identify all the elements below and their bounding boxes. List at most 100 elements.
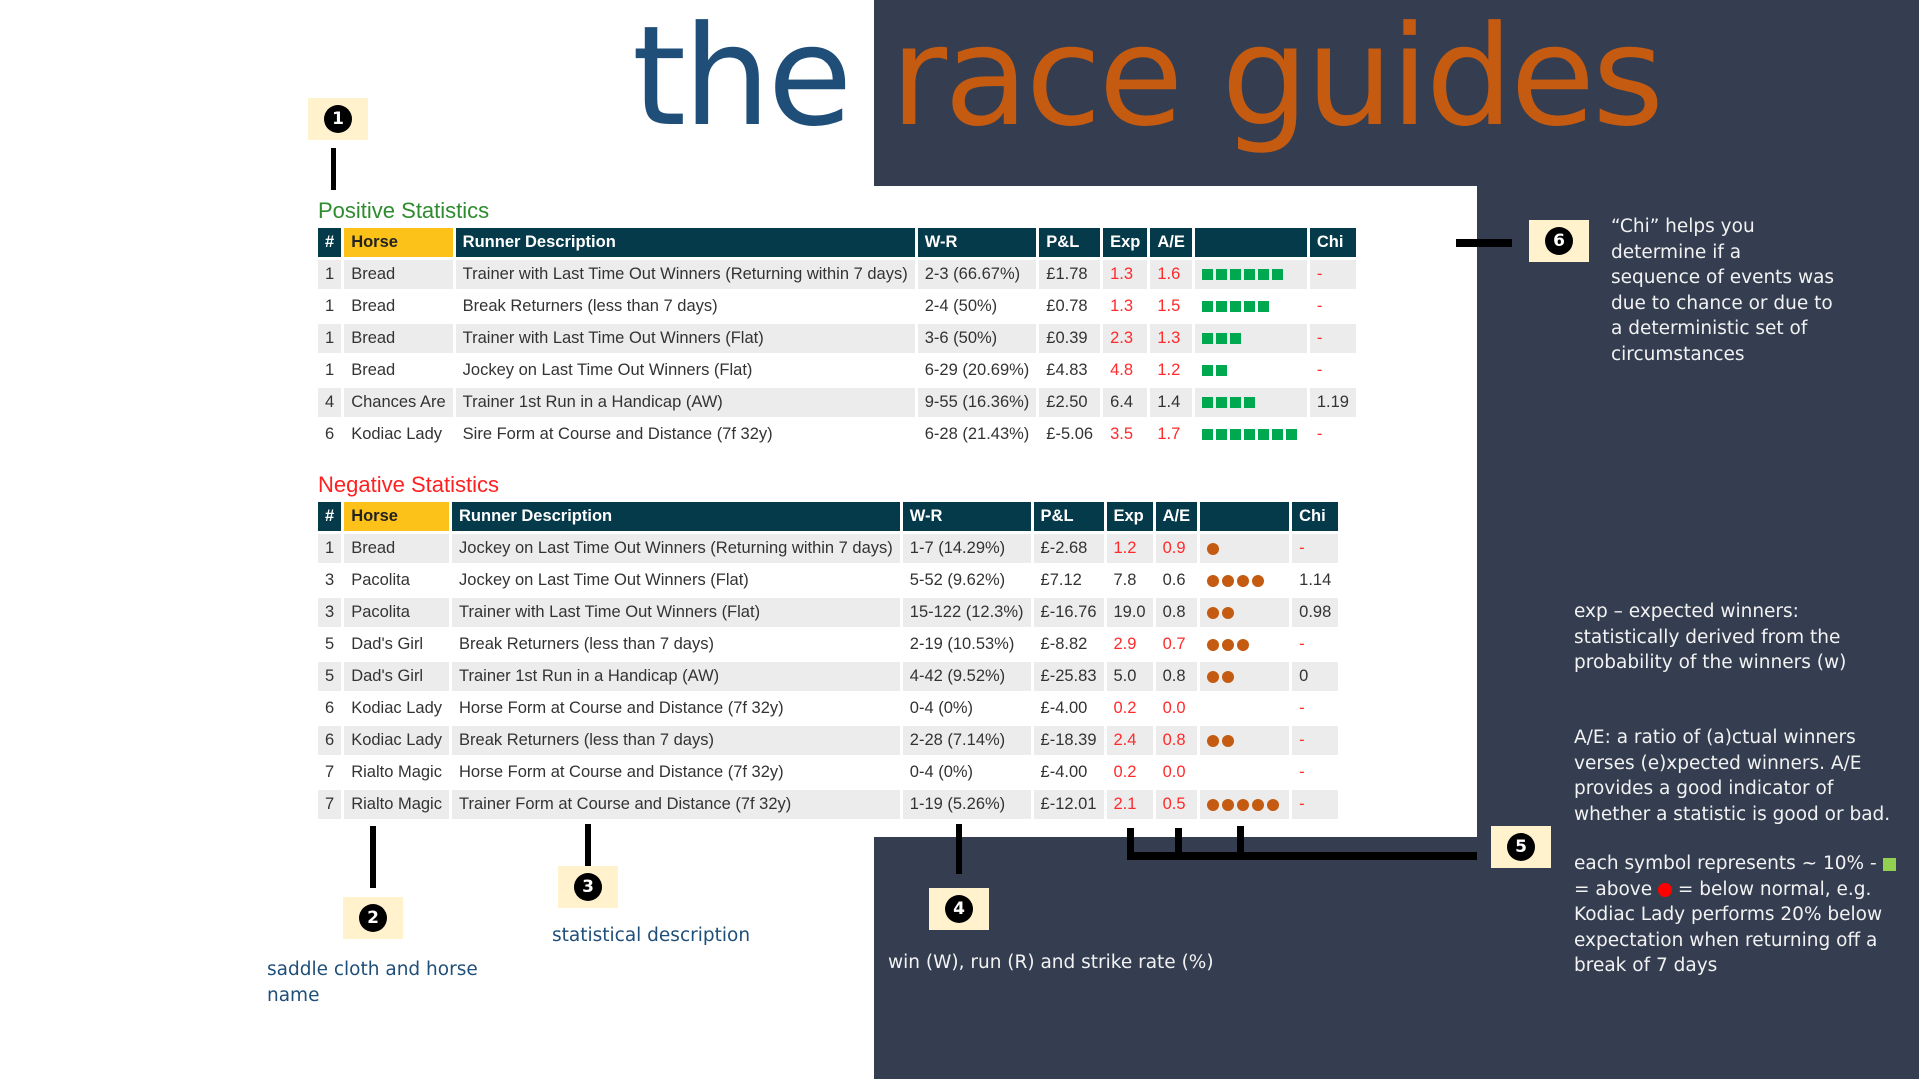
win-run-cell: 6-28 (21.43%)	[917, 420, 1037, 449]
win-run-cell: 2-19 (10.53%)	[902, 630, 1031, 659]
horse-name-cell: Bread	[344, 356, 453, 385]
positive-statistics-label: Positive Statistics	[318, 198, 490, 223]
description-note: statistical description	[552, 925, 751, 946]
above-square-icon	[1229, 269, 1241, 281]
expected-cell: 19.0	[1106, 598, 1153, 627]
runner-description-cell: Jockey on Last Time Out Winners (Flat)	[455, 356, 915, 385]
actual-expected-cell: 1.5	[1150, 292, 1192, 321]
header-horse: Horse	[344, 228, 453, 257]
win-run-cell: 4-42 (9.52%)	[902, 662, 1031, 691]
symbols-cell	[1200, 566, 1290, 595]
above-square-icon	[1229, 397, 1241, 409]
runner-description-cell: Break Returners (less than 7 days)	[452, 726, 900, 755]
chi-cell: 1.14	[1292, 566, 1339, 595]
symbols-cell	[1194, 420, 1307, 449]
table-row: 1 Bread Trainer with Last Time Out Winners…	[318, 324, 1356, 353]
below-dot-icon	[1222, 734, 1235, 747]
symbols-cell	[1194, 388, 1307, 417]
table-row: 1 Bread Break Returners (less than 7 days)…	[318, 292, 1356, 321]
expected-cell: 2.9	[1106, 630, 1153, 659]
negative-statistics-label: Negative Statistics	[318, 472, 499, 497]
below-dot-icon	[1207, 542, 1220, 555]
saddle-cloth-cell: 6	[318, 694, 342, 723]
actual-expected-cell: 0.7	[1155, 630, 1198, 659]
table-row: 1 Bread Jockey on Last Time Out Winners (F…	[318, 356, 1356, 385]
above-square-icon	[1229, 301, 1241, 313]
saddle-cloth-cell: 7	[318, 790, 342, 819]
runner-description-cell: Break Returners (less than 7 days)	[455, 292, 915, 321]
table-row: 1 Bread Jockey on Last Time Out Winners (R…	[318, 534, 1339, 563]
above-square-icon	[1243, 269, 1255, 281]
below-dot-icon	[1207, 638, 1220, 651]
callout-number: 2	[359, 904, 387, 932]
saddle-cloth-cell: 6	[318, 420, 342, 449]
runner-description-cell: Sire Form at Course and Distance (7f 32y…	[455, 420, 915, 449]
table-row: 7 Rialto Magic Horse Form at Course and Di…	[318, 758, 1339, 787]
expected-cell: 0.2	[1106, 694, 1153, 723]
above-square-icon	[1215, 269, 1227, 281]
above-square-icon	[1257, 429, 1269, 441]
runner-description-cell: Break Returners (less than 7 days)	[452, 630, 900, 659]
table-row: 6 Kodiac Lady Horse Form at Course and Dis…	[318, 694, 1339, 723]
callout-number: 4	[945, 895, 973, 923]
chi-cell: -	[1292, 534, 1339, 563]
below-dot-icon	[1207, 670, 1220, 683]
callout-2-line	[370, 826, 376, 888]
win-run-cell: 2-3 (66.67%)	[917, 260, 1037, 289]
actual-expected-cell: 0.0	[1155, 758, 1198, 787]
runner-description-cell: Jockey on Last Time Out Winners (Returni…	[452, 534, 900, 563]
header-runner-description: Runner Description	[455, 228, 915, 257]
profit-loss-cell: £0.39	[1039, 324, 1101, 353]
profit-loss-cell: £0.78	[1039, 292, 1101, 321]
green-square-icon	[1882, 857, 1896, 871]
win-run-cell: 6-29 (20.69%)	[917, 356, 1037, 385]
callout-1-badge: 1	[308, 98, 368, 140]
horse-name-cell: Kodiac Lady	[344, 420, 453, 449]
win-run-note: win (W), run (R) and strike rate (%)	[888, 952, 1214, 973]
horse-name-cell: Kodiac Lady	[344, 726, 450, 755]
chi-cell: -	[1309, 356, 1356, 385]
profit-loss-cell: £-18.39	[1033, 726, 1104, 755]
header-number: #	[318, 228, 342, 257]
chi-cell: -	[1292, 758, 1339, 787]
win-run-cell: 0-4 (0%)	[902, 758, 1031, 787]
horse-name-cell: Rialto Magic	[344, 790, 450, 819]
saddle-cloth-cell: 3	[318, 566, 342, 595]
expected-cell: 1.2	[1106, 534, 1153, 563]
chi-cell: 0	[1292, 662, 1339, 691]
win-run-cell: 9-55 (16.36%)	[917, 388, 1037, 417]
header-exp: Exp	[1103, 228, 1148, 257]
expected-cell: 1.3	[1103, 260, 1148, 289]
above-square-icon	[1215, 333, 1227, 345]
callout-number: 5	[1507, 833, 1535, 861]
saddle-cloth-cell: 5	[318, 662, 342, 691]
horse-name-cell: Bread	[344, 292, 453, 321]
actual-expected-cell: 0.8	[1155, 598, 1198, 627]
runner-description-cell: Trainer with Last Time Out Winners (Flat…	[455, 324, 915, 353]
table-row: 7 Rialto Magic Trainer Form at Course and …	[318, 790, 1339, 819]
exp-note: exp – expected winners: statistically de…	[1574, 601, 1847, 673]
runner-description-cell: Trainer Form at Course and Distance (7f …	[452, 790, 900, 819]
saddle-cloth-cell: 6	[318, 726, 342, 755]
saddle-cloth-cell: 1	[318, 260, 342, 289]
profit-loss-cell: £-4.00	[1033, 758, 1104, 787]
profit-loss-cell: £-25.83	[1033, 662, 1104, 691]
header-chi: Chi	[1309, 228, 1356, 257]
expected-cell: 2.3	[1103, 324, 1148, 353]
expected-cell: 6.4	[1103, 388, 1148, 417]
expected-cell: 1.3	[1103, 292, 1148, 321]
ae-note: A/E: a ratio of (a)ctual winners verses …	[1574, 727, 1891, 825]
actual-expected-cell: 0.6	[1155, 566, 1198, 595]
callout-number: 3	[574, 873, 602, 901]
table-row: 1 Bread Trainer with Last Time Out Winners…	[318, 260, 1356, 289]
above-square-icon	[1201, 333, 1213, 345]
win-run-cell: 5-52 (9.62%)	[902, 566, 1031, 595]
above-square-icon	[1243, 301, 1255, 313]
profit-loss-cell: £-12.01	[1033, 790, 1104, 819]
header-symbols	[1200, 502, 1290, 531]
negative-statistics-table: # Horse Runner Description W-R P&L Exp A/E Chi …	[315, 499, 1341, 822]
page-title: the race guides	[632, 0, 1664, 160]
profit-loss-cell: £7.12	[1033, 566, 1104, 595]
actual-expected-cell: 1.4	[1150, 388, 1192, 417]
win-run-cell: 1-19 (5.26%)	[902, 790, 1031, 819]
